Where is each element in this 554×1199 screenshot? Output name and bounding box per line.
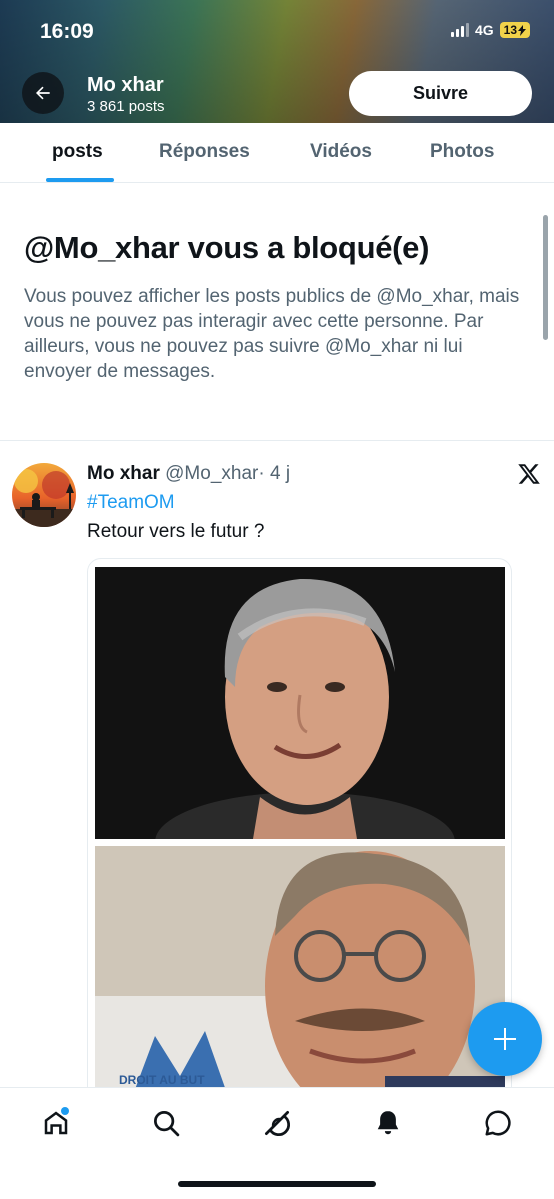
messages-icon [485,1110,511,1136]
arrow-left-icon [36,86,50,100]
tweet-author-name[interactable]: Mo xhar [87,463,160,484]
tweet-media[interactable]: DROIT AU BUT [87,558,512,1118]
profile-tabs: posts Réponses Vidéos Photos [0,123,554,183]
battery-icon: 13 [499,22,530,38]
header-profile-name: Mo xhar [87,74,164,96]
status-time: 16:09 [40,20,94,43]
signal-icon [450,23,469,37]
scrollbar[interactable] [543,215,548,340]
header-post-count: 3 861 posts [87,98,165,115]
search-icon [154,1111,180,1137]
follow-button[interactable]: Suivre [349,71,532,116]
tweet-text: Retour vers le futur ? [87,521,265,542]
nav-notifications[interactable] [371,1106,405,1140]
profile-banner: 16:09 4G 13 Mo xhar 3 861 posts Suivre [0,0,554,123]
tab-posts[interactable]: posts [52,141,103,163]
bottom-navigation [0,1087,554,1199]
x-logo-icon [518,464,540,484]
back-button[interactable] [22,72,64,114]
notifications-icon [377,1111,399,1135]
plus-icon [494,1028,516,1050]
tab-photos[interactable]: Photos [430,141,494,163]
tweet-separator: · [258,463,265,484]
avatar[interactable] [12,463,76,527]
svg-text:DROIT AU BUT: DROIT AU BUT [119,1073,205,1087]
tweet-header: Mo xhar @Mo_xhar· 4 j [87,463,290,485]
blocked-description: Vous pouvez afficher les posts publics d… [24,286,520,382]
nav-messages[interactable] [481,1106,515,1140]
compose-button[interactable] [468,1002,542,1076]
nav-grok[interactable] [260,1106,294,1140]
tweet-photo-1[interactable] [95,567,505,839]
battery-level: 13 [503,23,517,37]
divider [0,440,554,441]
active-tab-indicator [46,178,114,182]
grok-icon [265,1111,291,1137]
tweet-time: 4 j [269,463,291,484]
tweet-hashtag[interactable]: #TeamOM [87,492,175,514]
tweet-photo-2[interactable]: DROIT AU BUT [95,846,505,1116]
nav-search[interactable] [149,1106,183,1140]
home-notification-dot [61,1107,69,1115]
tab-videos[interactable]: Vidéos [310,141,372,163]
tweet-author-handle[interactable]: @Mo_xhar [165,463,258,484]
status-indicators: 4G 13 [450,22,530,38]
tab-replies[interactable]: Réponses [159,141,250,163]
nav-home[interactable] [39,1106,73,1140]
blocked-title: @Mo_xhar vous a bloqué(e) [24,230,430,265]
home-indicator [178,1181,376,1187]
network-type: 4G [474,22,494,38]
